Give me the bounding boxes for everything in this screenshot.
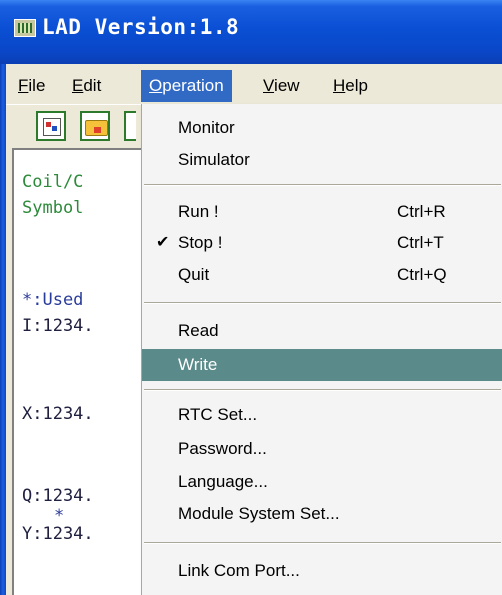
menu-item-module-system-set[interactable]: Module System Set... — [142, 499, 502, 529]
app-window: LAD Version:1.8 File Edit Operation View… — [0, 0, 502, 595]
app-icon[interactable] — [14, 19, 36, 37]
new-diagram-icon[interactable] — [36, 111, 66, 141]
menu-edit[interactable]: Edit — [72, 73, 101, 99]
menu-item-run-shortcut: Ctrl+R — [397, 202, 446, 221]
menu-item-language[interactable]: Language... — [142, 467, 502, 497]
menu-item-password[interactable]: Password... — [142, 434, 502, 464]
menu-view[interactable]: View — [263, 73, 300, 99]
menu-item-stop[interactable]: ✔ Stop ! Ctrl+T — [142, 228, 502, 258]
menu-item-quit[interactable]: Quit Ctrl+Q — [142, 260, 502, 290]
menu-item-language-label: Language... — [178, 472, 268, 491]
open-folder-icon[interactable] — [80, 111, 110, 141]
menu-item-run-label: Run ! — [178, 202, 219, 221]
menu-separator — [144, 389, 501, 391]
menu-item-stop-label: Stop ! — [178, 233, 223, 252]
menu-bar: File Edit Operation View Help — [6, 64, 502, 104]
menu-operation[interactable]: Operation — [141, 70, 232, 102]
used-line: *:Used — [22, 290, 84, 310]
menu-item-quit-shortcut: Ctrl+Q — [397, 265, 447, 284]
menu-operation-accel: O — [149, 76, 163, 95]
menu-separator — [144, 302, 501, 304]
title-bar[interactable]: LAD Version:1.8 — [0, 0, 502, 64]
output-q-line: Q:1234. — [22, 486, 94, 506]
checkmark-icon: ✔ — [156, 234, 170, 251]
menu-help[interactable]: Help — [333, 73, 368, 99]
menu-help-accel: H — [333, 76, 346, 95]
menu-item-link-com-port[interactable]: Link Com Port... — [142, 556, 502, 586]
toolbar-button-partial[interactable] — [124, 111, 136, 141]
menu-view-accel: V — [263, 76, 275, 95]
menu-item-read[interactable]: Read — [142, 316, 502, 346]
menu-edit-accel: E — [72, 76, 84, 95]
menu-operation-rest: peration — [162, 76, 224, 95]
menu-item-read-label: Read — [178, 321, 219, 340]
symbol-line: Symbol — [22, 198, 84, 218]
menu-item-monitor-label: Monitor — [178, 118, 235, 137]
coil-line: Coil/C — [22, 172, 84, 192]
input-x-line: X:1234. — [22, 404, 94, 424]
menu-item-quit-label: Quit — [178, 265, 210, 284]
menu-item-stop-shortcut: Ctrl+T — [397, 233, 444, 252]
menu-separator — [144, 184, 501, 186]
menu-file[interactable]: File — [18, 73, 45, 99]
menu-file-rest: ile — [28, 76, 46, 95]
menu-separator — [144, 542, 501, 544]
input-i-line: I:1234. — [22, 316, 94, 336]
used-marker: * — [54, 506, 65, 526]
menu-item-rtc-set[interactable]: RTC Set... — [142, 400, 502, 430]
menu-edit-rest: dit — [83, 76, 102, 95]
menu-item-run[interactable]: Run ! Ctrl+R — [142, 197, 502, 227]
menu-item-monitor[interactable]: Monitor — [142, 113, 502, 143]
menu-view-rest: iew — [274, 76, 300, 95]
menu-item-module-system-set-label: Module System Set... — [178, 504, 340, 523]
menu-item-link-com-port-label: Link Com Port... — [178, 561, 300, 580]
output-y-line: Y:1234. — [22, 524, 94, 544]
menu-item-password-label: Password... — [178, 439, 267, 458]
menu-item-rtc-set-label: RTC Set... — [178, 405, 258, 424]
operation-dropdown-menu: Monitor Simulator Run ! Ctrl+R ✔ Stop ! … — [141, 104, 502, 595]
menu-file-accel: F — [18, 76, 29, 95]
menu-item-write-label: Write — [178, 355, 218, 374]
menu-help-rest: elp — [345, 76, 368, 95]
window-title: LAD Version:1.8 — [42, 15, 240, 39]
ladder-work-area[interactable]: Coil/C Symbol *:Used I:1234. X:1234. Q:1… — [12, 148, 152, 595]
menu-item-write[interactable]: Write — [142, 349, 502, 381]
menu-item-simulator[interactable]: Simulator — [142, 145, 502, 175]
menu-item-simulator-label: Simulator — [178, 150, 250, 169]
